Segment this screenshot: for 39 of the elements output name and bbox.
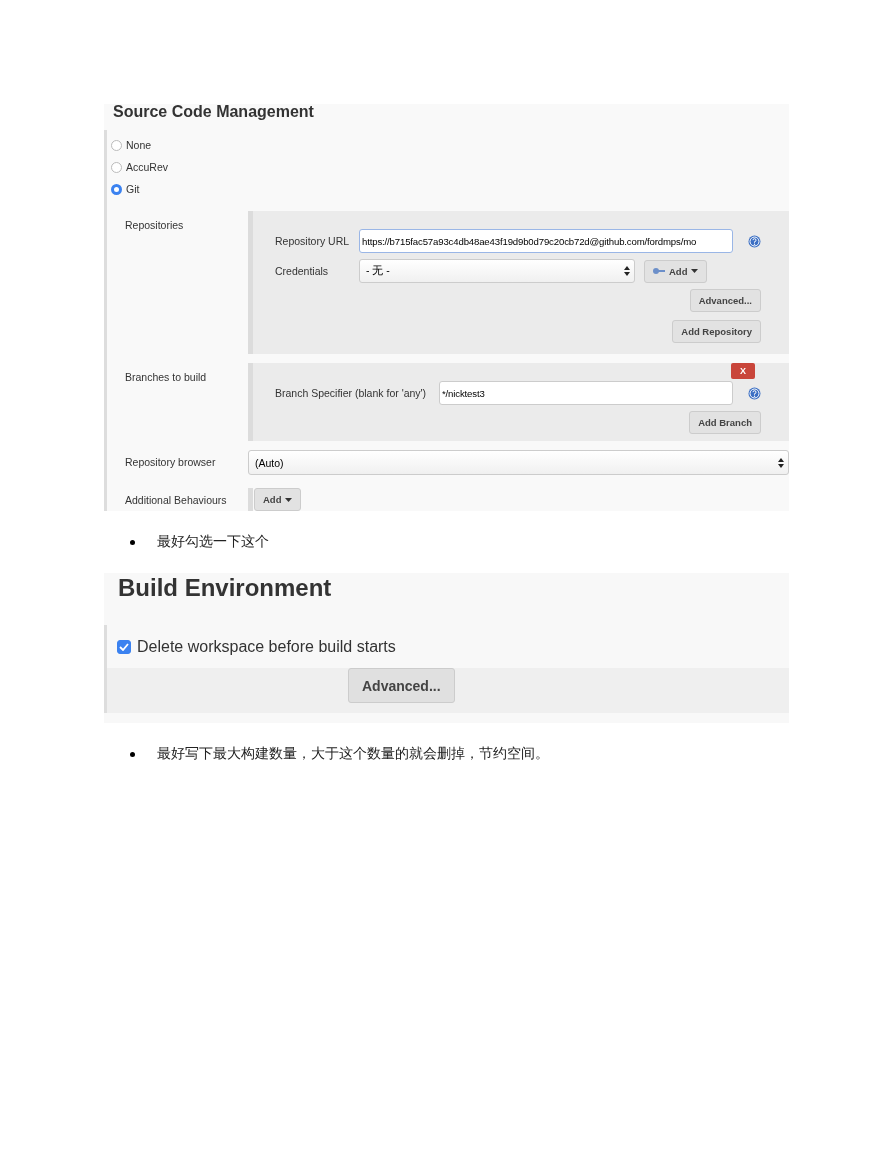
caret-icon bbox=[285, 497, 293, 502]
radio-button[interactable] bbox=[111, 139, 122, 151]
url-field[interactable]: https://b715fac57a93c4db48ae43f19d9b0d79c20cb72d@github.com/fordmps/mo bbox=[359, 229, 733, 253]
section-title: Build Environment bbox=[117, 573, 333, 603]
advanced-button[interactable]: Advanced... bbox=[689, 289, 761, 312]
radio-button[interactable] bbox=[111, 161, 122, 173]
field-label: Repository browser bbox=[124, 455, 217, 470]
bullet-icon bbox=[130, 539, 135, 545]
radio-label: Git bbox=[126, 183, 140, 195]
field-label: Credentials bbox=[275, 265, 330, 277]
dropdown-arrows-icon bbox=[624, 266, 630, 276]
radio-label: None bbox=[126, 139, 152, 151]
note-text: 最好写下最大构建数量，大于这个数量的就会删掉，节约空间。 bbox=[157, 745, 549, 763]
field-label: Additional Behaviours bbox=[124, 493, 228, 508]
key-icon bbox=[653, 268, 665, 274]
branch-field[interactable]: */nicktest3 bbox=[439, 381, 733, 405]
bullet-icon bbox=[130, 751, 135, 757]
add-branch-button[interactable]: Add Branch bbox=[689, 411, 761, 434]
add-button[interactable]: Add bbox=[254, 488, 302, 511]
help-icon[interactable] bbox=[748, 234, 761, 248]
credentials-select[interactable]: - 无 - bbox=[359, 259, 635, 283]
radio-button[interactable] bbox=[111, 183, 122, 195]
note-text: 最好勾选一下这个 bbox=[157, 533, 269, 551]
delete-button[interactable]: X bbox=[731, 363, 755, 379]
radio-label: AccuRev bbox=[126, 161, 168, 173]
checkbox-label: Delete workspace before build starts bbox=[137, 637, 396, 656]
field-label: Branches to build bbox=[124, 370, 208, 385]
help-icon[interactable] bbox=[748, 386, 761, 400]
advanced-button[interactable]: Advanced... bbox=[348, 668, 455, 703]
field-label: Repositories bbox=[124, 218, 185, 233]
field-label: Branch Specifier (blank for 'any') bbox=[275, 387, 428, 399]
browser-select[interactable]: (Auto) bbox=[248, 450, 789, 475]
dropdown-arrows-icon bbox=[778, 457, 784, 468]
field-label: Repository URL bbox=[275, 235, 351, 247]
add-button[interactable]: Add bbox=[644, 259, 708, 283]
checkbox[interactable] bbox=[117, 639, 131, 654]
caret-icon bbox=[691, 269, 699, 273]
add-repository-button[interactable]: Add Repository bbox=[672, 320, 761, 343]
section-title: Source Code Management bbox=[112, 104, 315, 122]
